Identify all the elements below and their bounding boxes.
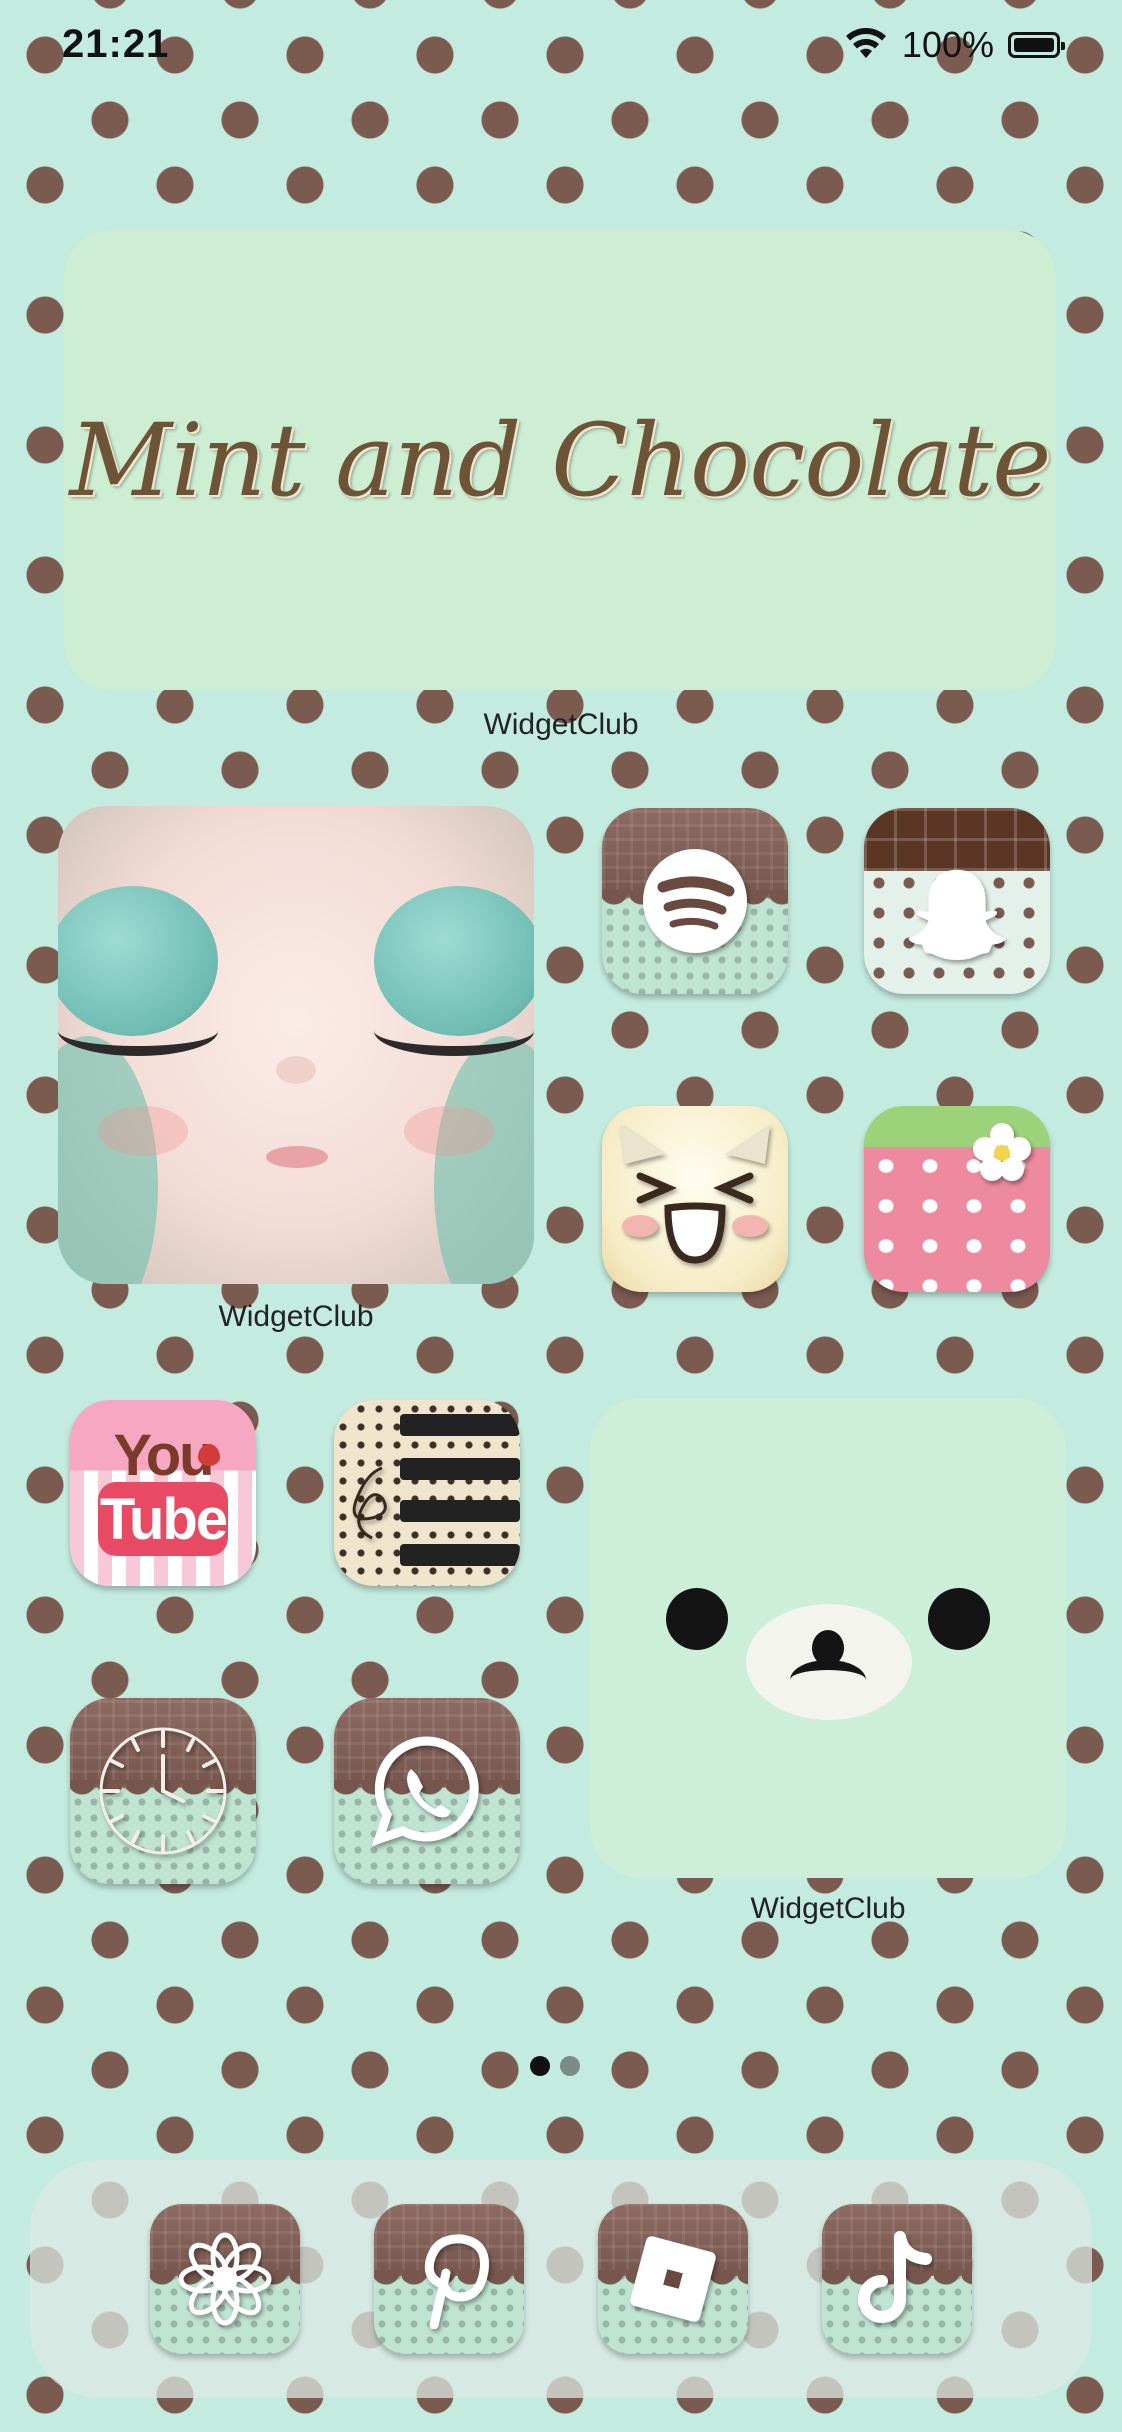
bear-mouth [790,1660,866,1700]
spotify-app[interactable] [602,808,788,994]
youtube-label-tube: Tube [99,1487,228,1552]
snapchat-app[interactable] [864,808,1050,994]
dock [30,2160,1092,2398]
lash-left [58,1006,218,1056]
piano-app[interactable] [334,1400,520,1586]
widget-caption: WidgetClub [483,708,639,741]
hair-left [58,1036,158,1284]
strawberry-decoration [198,1444,220,1466]
clock-app[interactable] [70,1698,256,1884]
battery-icon [1008,32,1065,58]
roblox-app[interactable] [598,2204,748,2354]
flower-icon [150,2204,300,2354]
page-dot[interactable] [560,2056,580,2076]
clock-icon [70,1698,256,1884]
youtube-label-you: You [113,1423,214,1488]
whatsapp-icon [334,1698,520,1884]
wifi-icon [845,28,886,58]
status-right: 100% [844,24,1065,66]
status-time: 21:21 [62,22,170,66]
pinterest-app[interactable] [374,2204,524,2354]
widget-caption: WidgetClub [218,1300,374,1333]
tiktok-icon [822,2204,972,2354]
snapchat-icon [864,838,1050,994]
strawberry-icon [954,1106,1050,1292]
mint-chocolate-widget[interactable]: Mint and Chocolate [64,230,1056,690]
strawberry-app[interactable] [864,1106,1050,1292]
battery-percent: 100% [901,24,994,65]
blush-left [98,1106,188,1156]
piano-icon [334,1420,520,1586]
pinterest-icon [374,2204,524,2354]
youtube-app[interactable]: You Tube [70,1400,256,1586]
banner-title: Mint and Chocolate [69,401,1052,519]
widget-caption: WidgetClub [750,1892,906,1925]
flower-app[interactable] [150,2204,300,2354]
whatsapp-app[interactable] [334,1698,520,1884]
lash-right [374,1006,534,1056]
bear-eye-left [666,1588,728,1650]
doll-photo-widget[interactable] [58,806,534,1284]
bear-eye-right [928,1588,990,1650]
cat-face-app[interactable] [602,1106,788,1292]
tiktok-app[interactable] [822,2204,972,2354]
hair-right [434,1036,534,1284]
page-dot-active[interactable] [530,2056,550,2076]
doll-nose [276,1056,316,1084]
blush-right [404,1106,494,1156]
doll-mouth [266,1146,328,1168]
cat-face-icon [602,1106,788,1292]
roblox-icon [598,2204,748,2354]
bear-widget[interactable] [590,1398,1066,1878]
spotify-icon [602,808,788,994]
page-indicator[interactable] [530,2056,580,2076]
